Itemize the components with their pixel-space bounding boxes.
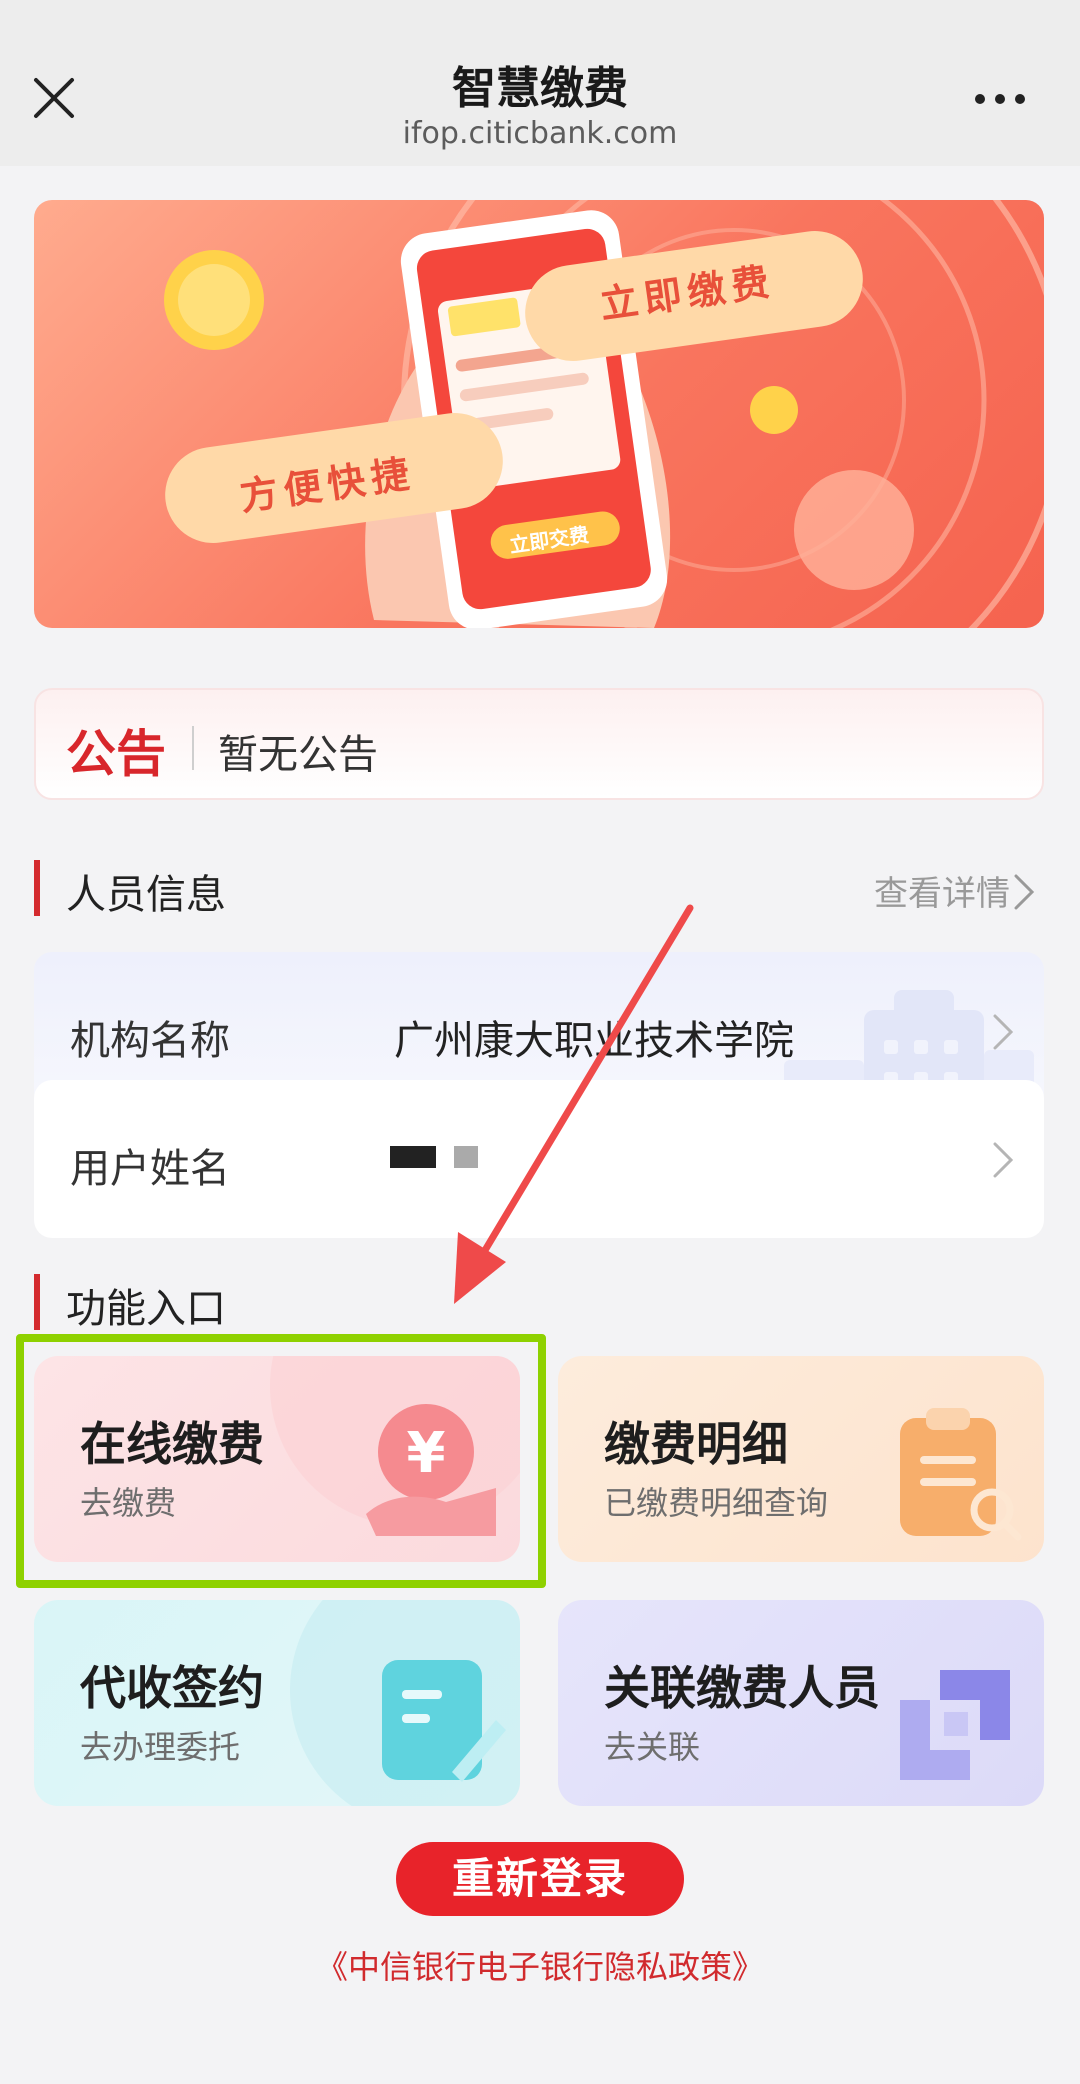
page-domain: ifop.citicbank.com: [402, 116, 678, 151]
notice-tag: 公告: [66, 725, 166, 783]
more-icon[interactable]: [972, 86, 1028, 112]
section-accent-bar: [34, 1274, 40, 1330]
org-value: 广州康大职业技术学院: [394, 1018, 794, 1064]
relogin-button[interactable]: 重新登录: [396, 1842, 684, 1916]
org-label: 机构名称: [70, 1018, 230, 1064]
top-bar: 智慧缴费 ifop.citicbank.com: [0, 0, 1080, 166]
user-label: 用户姓名: [70, 1146, 230, 1192]
tile-title: 缴费明细: [604, 1417, 788, 1471]
tile-link-payer[interactable]: 关联缴费人员 去关联: [558, 1600, 1044, 1806]
tile-title: 关联缴费人员: [604, 1661, 880, 1715]
banner-illustration: [164, 200, 1044, 628]
tile-subtitle: 去关联: [604, 1728, 701, 1766]
tile-payment-details[interactable]: 缴费明细 已缴费明细查询: [558, 1356, 1044, 1562]
view-details-link[interactable]: 查看详情: [874, 866, 1010, 915]
redacted-name: [390, 1146, 436, 1168]
privacy-policy-link[interactable]: 《中信银行电子银行隐私政策》: [0, 1942, 1080, 1988]
highlight-box: [16, 1334, 546, 1588]
tile-subtitle: 去办理委托: [80, 1728, 241, 1766]
page-title: 智慧缴费: [452, 63, 628, 114]
link-squares-icon: [900, 1670, 1010, 1780]
chevron-right-icon: [993, 1142, 1014, 1178]
chevron-right-icon: [993, 1014, 1014, 1050]
tile-subtitle: 已缴费明细查询: [604, 1484, 829, 1522]
chevron-right-icon[interactable]: [1012, 872, 1036, 912]
tile-collection-signing[interactable]: 代收签约 去办理委托: [34, 1600, 520, 1806]
section-title-personal: 人员信息: [66, 872, 226, 918]
notice-bar[interactable]: 公告 暂无公告: [34, 688, 1044, 800]
section-title-functions: 功能入口: [66, 1286, 226, 1332]
redacted-name: [454, 1146, 478, 1168]
notice-divider: [192, 726, 194, 770]
section-accent-bar: [34, 860, 40, 916]
edit-document-icon: [382, 1660, 506, 1782]
user-row[interactable]: 用户姓名: [34, 1080, 1044, 1238]
promo-banner[interactable]: 立即缴费 方便快捷 立即交费: [34, 200, 1044, 628]
clipboard-search-icon: [900, 1408, 1022, 1541]
tile-title: 代收签约: [80, 1661, 264, 1715]
notice-text: 暂无公告: [218, 732, 378, 778]
